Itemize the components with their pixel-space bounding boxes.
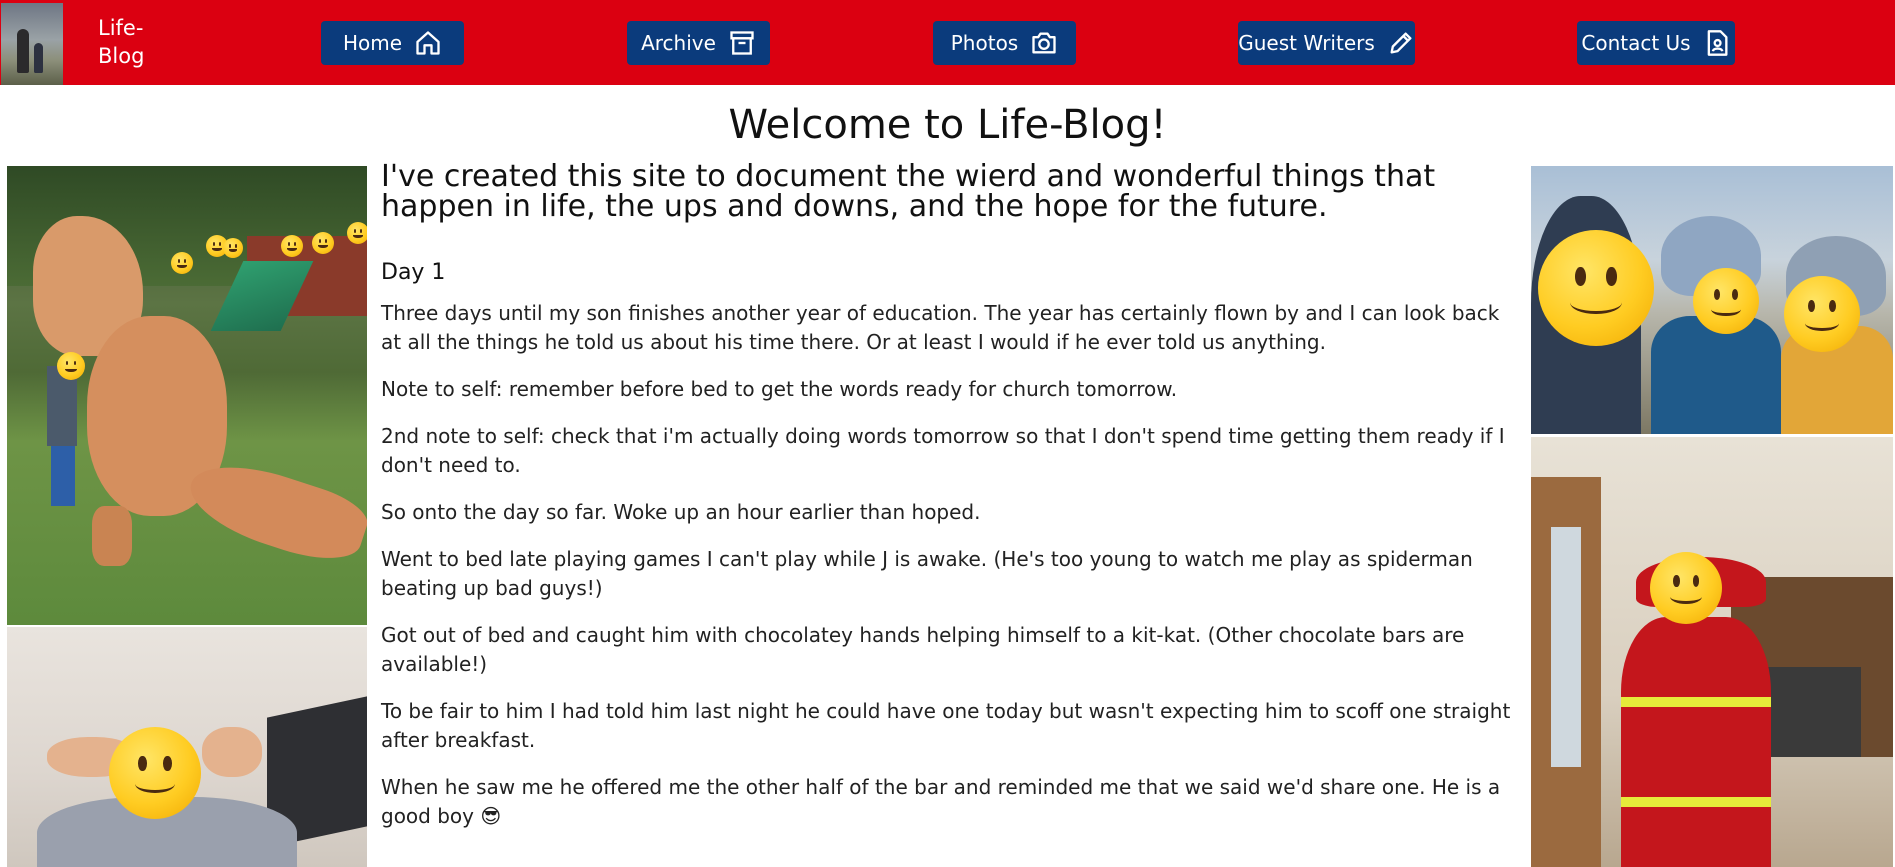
photo-firefighter-costume bbox=[1531, 437, 1893, 867]
photo-beach-family bbox=[1531, 166, 1893, 434]
child-figure bbox=[34, 43, 43, 73]
blog-paragraph: Note to self: remember before bed to get… bbox=[381, 377, 1178, 401]
adult-figure bbox=[17, 29, 29, 73]
nav-photos-label: Photos bbox=[950, 31, 1019, 55]
face-emoji-crowd bbox=[223, 238, 243, 258]
face-emoji-crowd bbox=[281, 235, 303, 257]
face-emoji-child bbox=[1693, 268, 1759, 334]
face-emoji-boy bbox=[109, 727, 201, 819]
blog-paragraph: So onto the day so far. Woke up an hour … bbox=[381, 500, 981, 524]
nav-archive-button[interactable]: Archive bbox=[627, 21, 770, 65]
nav-contact-button[interactable]: Contact Us bbox=[1577, 21, 1735, 65]
face-emoji-crowd bbox=[312, 232, 334, 254]
site-brand[interactable]: Life- Blog bbox=[98, 14, 158, 70]
blog-paragraph: To be fair to him I had told him last ni… bbox=[381, 699, 1511, 752]
blog-content: I've created this site to document the w… bbox=[381, 162, 1521, 849]
photo-thumbs-up bbox=[7, 627, 367, 867]
nav-photos-button[interactable]: Photos bbox=[933, 21, 1076, 65]
day-heading: Day 1 bbox=[381, 260, 446, 285]
nav-archive-label: Archive bbox=[641, 31, 716, 55]
face-emoji-child bbox=[1784, 276, 1860, 352]
blog-paragraph: When he saw me he offered me the other h… bbox=[381, 775, 1501, 828]
face-emoji-child bbox=[57, 352, 85, 380]
pencil-icon bbox=[1390, 32, 1412, 54]
camera-icon bbox=[1032, 32, 1056, 54]
face-emoji-child bbox=[1650, 552, 1722, 624]
face-emoji-crowd bbox=[347, 222, 367, 244]
page-title: Welcome to Life-Blog! bbox=[728, 102, 1167, 148]
top-navbar: Life- Blog Home Archive Photos Guest Wri… bbox=[0, 0, 1895, 85]
nav-logo-photo bbox=[1, 3, 63, 85]
blog-paragraph: Three days until my son finishes another… bbox=[381, 301, 1500, 354]
nav-guest-writers-button[interactable]: Guest Writers bbox=[1238, 21, 1415, 65]
contact-document-icon bbox=[1707, 30, 1728, 56]
nav-home-label: Home bbox=[342, 31, 403, 55]
blog-paragraph: Got out of bed and caught him with choco… bbox=[381, 623, 1465, 676]
home-icon bbox=[416, 31, 440, 55]
nav-home-button[interactable]: Home bbox=[321, 21, 464, 65]
nav-guest-writers-label: Guest Writers bbox=[1238, 31, 1375, 55]
blog-paragraph: Went to bed late playing games I can't p… bbox=[381, 547, 1473, 600]
nav-contact-label: Contact Us bbox=[1581, 31, 1691, 55]
face-emoji-crowd bbox=[171, 252, 193, 274]
archive-icon bbox=[730, 31, 754, 55]
blog-paragraph: 2nd note to self: check that i'm actuall… bbox=[381, 424, 1505, 477]
photo-dinosaur-costume bbox=[7, 166, 367, 625]
face-emoji-adult bbox=[1538, 230, 1654, 346]
intro-text: I've created this site to document the w… bbox=[381, 159, 1436, 224]
